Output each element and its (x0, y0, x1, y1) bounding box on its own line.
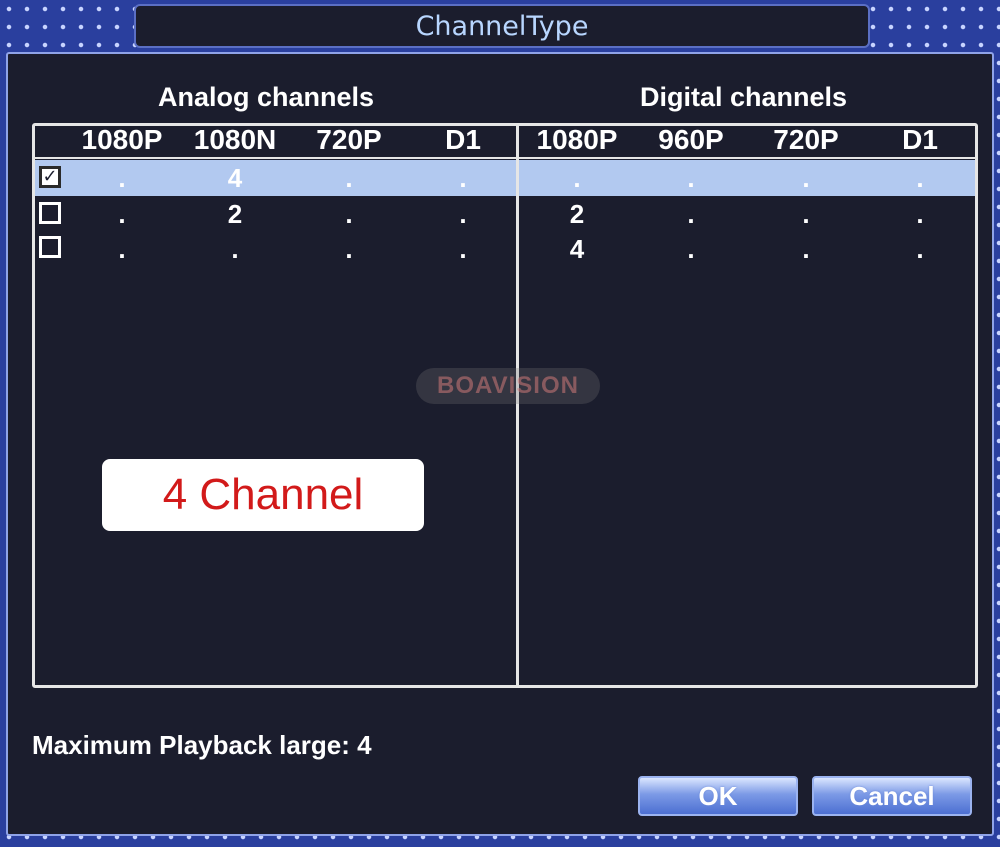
digital-row-3-d1[interactable]: . (916, 231, 923, 267)
analog-row-2-1080n[interactable]: 2 (228, 196, 242, 232)
digital-row-1-1080p[interactable]: . (573, 160, 580, 196)
digital-row-3-1080p[interactable]: 4 (570, 231, 584, 267)
digital-group-title: Digital channels (640, 82, 848, 112)
row-3-checkbox[interactable] (39, 236, 61, 258)
digital-col-720p: 720P (773, 124, 839, 155)
digital-row-3-720p[interactable]: . (802, 231, 809, 267)
analog-col-720p: 720P (316, 124, 382, 155)
analog-row-3-1080n[interactable]: . (231, 231, 238, 267)
digital-col-1080p: 1080P (536, 124, 618, 155)
analog-row-2-720p[interactable]: . (345, 196, 352, 232)
analog-row-3-720p[interactable]: . (345, 231, 352, 267)
analog-col-1080n: 1080N (193, 124, 277, 155)
digital-row-3-960p[interactable]: . (687, 231, 694, 267)
selected-row-highlight[interactable] (35, 160, 975, 196)
digital-row-1-960p[interactable]: . (687, 160, 694, 196)
digital-row-2-1080p[interactable]: 2 (570, 196, 584, 232)
analog-row-1-1080p[interactable]: . (118, 160, 125, 196)
analog-row-2-d1[interactable]: . (459, 196, 466, 232)
analog-row-1-d1[interactable]: . (459, 160, 466, 196)
channel-count-label: 4 Channel (102, 459, 424, 531)
analog-row-3-d1[interactable]: . (459, 231, 466, 267)
row-1-checkbox[interactable]: ✓ (39, 166, 61, 188)
digital-row-2-d1[interactable]: . (916, 196, 923, 232)
row-2-checkbox[interactable] (39, 202, 61, 224)
digital-col-960p: 960P (658, 124, 724, 155)
max-playback-text: Maximum Playback large: 4 (32, 730, 372, 760)
analog-digital-divider (516, 123, 519, 688)
analog-row-2-1080p[interactable]: . (118, 196, 125, 232)
dialog-title: ChannelType (134, 4, 870, 48)
analog-col-1080p: 1080P (81, 124, 163, 155)
digital-row-1-720p[interactable]: . (802, 160, 809, 196)
digital-row-2-720p[interactable]: . (802, 196, 809, 232)
cancel-button[interactable]: Cancel (812, 776, 972, 816)
digital-row-1-d1[interactable]: . (916, 160, 923, 196)
digital-col-d1: D1 (902, 124, 938, 155)
digital-row-2-960p[interactable]: . (687, 196, 694, 232)
analog-row-3-1080p[interactable]: . (118, 231, 125, 267)
channel-table (32, 123, 978, 688)
analog-col-d1: D1 (445, 124, 481, 155)
analog-row-1-720p[interactable]: . (345, 160, 352, 196)
table-header-divider (32, 157, 978, 159)
ok-button[interactable]: OK (638, 776, 798, 816)
analog-group-title: Analog channels (158, 82, 375, 112)
analog-row-1-1080n[interactable]: 4 (228, 160, 242, 196)
brand-watermark: BOAVISION (416, 368, 600, 404)
